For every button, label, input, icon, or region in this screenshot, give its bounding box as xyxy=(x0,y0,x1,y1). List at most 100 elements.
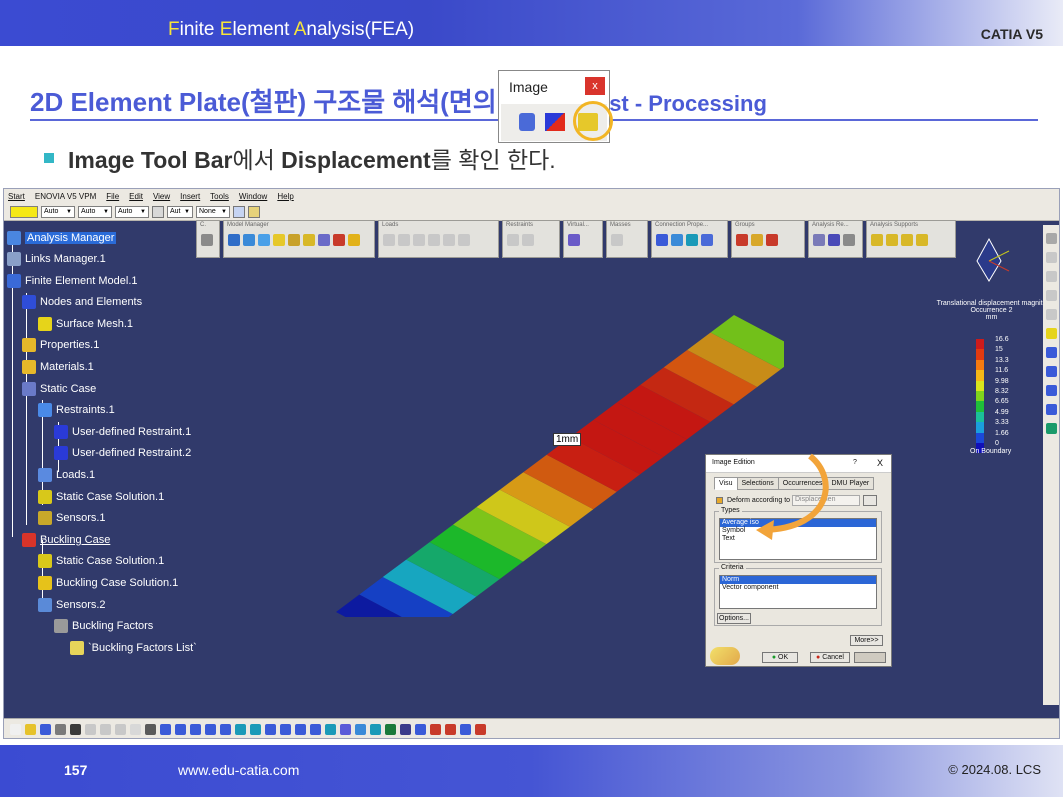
toolbar-button-icon[interactable] xyxy=(220,724,231,735)
toolbar-button-icon[interactable] xyxy=(340,724,351,735)
force-icon[interactable] xyxy=(398,234,410,246)
tree-static-case[interactable]: Static Case xyxy=(22,382,96,396)
support-icon[interactable] xyxy=(871,234,883,246)
toolbar-button-icon[interactable] xyxy=(160,724,171,735)
tree-buckling-factors[interactable]: Buckling Factors xyxy=(54,619,153,633)
support2-icon[interactable] xyxy=(886,234,898,246)
toolbar-button-icon[interactable] xyxy=(190,724,201,735)
toolbar-button-icon[interactable] xyxy=(250,724,261,735)
tree-sensors-2[interactable]: Sensors.2 xyxy=(38,598,106,612)
tool-icon[interactable] xyxy=(1046,309,1057,320)
tree-nodes-elements[interactable]: Nodes and Elements xyxy=(22,295,142,309)
toolbar-button-icon[interactable] xyxy=(460,724,471,735)
toolbar-button-icon[interactable] xyxy=(415,724,426,735)
toolbar-button-icon[interactable] xyxy=(430,724,441,735)
toolbar-button-icon[interactable] xyxy=(100,724,111,735)
toolbar-button-icon[interactable] xyxy=(25,724,36,735)
tree-buckling-case[interactable]: Buckling Case xyxy=(22,533,110,547)
tree-analysis-manager[interactable]: Analysis Manager xyxy=(7,231,117,245)
tree-static-solution-2[interactable]: Static Case Solution.1 xyxy=(38,554,164,568)
tree-restraints[interactable]: Restraints.1 xyxy=(38,403,115,417)
linewidth-combo[interactable]: Auto ▼ xyxy=(78,205,112,218)
toolbar-button-icon[interactable] xyxy=(385,724,396,735)
tree-restraint-1[interactable]: User-defined Restraint.1 xyxy=(54,425,191,439)
point-style-icon[interactable] xyxy=(152,205,164,218)
toolbar-button-icon[interactable] xyxy=(295,724,306,735)
chart-icon[interactable] xyxy=(828,234,840,246)
toolbar-button-icon[interactable] xyxy=(115,724,126,735)
tool-icon[interactable] xyxy=(1046,290,1057,301)
support4-icon[interactable] xyxy=(916,234,928,246)
toolbar-button-icon[interactable] xyxy=(355,724,366,735)
deformation-icon[interactable] xyxy=(519,113,535,131)
clamp-icon[interactable] xyxy=(507,234,519,246)
deform-browse-button[interactable] xyxy=(863,495,877,506)
menu-enovia[interactable]: ENOVIA V5 VPM xyxy=(35,192,96,201)
tree-buckling-factors-list[interactable]: `Buckling Factors List` xyxy=(70,641,197,655)
compass-icon[interactable] xyxy=(959,229,1019,299)
material-icon[interactable] xyxy=(273,234,285,246)
group-icon[interactable] xyxy=(736,234,748,246)
pan-icon[interactable] xyxy=(1046,385,1057,396)
toolbar-button-icon[interactable] xyxy=(175,724,186,735)
ok-button[interactable]: ● OK xyxy=(762,652,798,663)
toolbar-button-icon[interactable] xyxy=(130,724,141,735)
toolbar-button-icon[interactable] xyxy=(85,724,96,735)
toolbar-button-icon[interactable] xyxy=(235,724,246,735)
tab-visu[interactable]: Visu xyxy=(714,477,738,490)
toolbar-button-icon[interactable] xyxy=(310,724,321,735)
menu-help[interactable]: Help xyxy=(277,192,293,201)
tree-static-solution[interactable]: Static Case Solution.1 xyxy=(38,490,164,504)
menu-start[interactable]: Start xyxy=(8,192,25,201)
virtual-part-icon[interactable] xyxy=(568,234,580,246)
cancel-button[interactable]: ● Cancel xyxy=(810,652,850,663)
dialog-close-button[interactable]: X xyxy=(877,458,883,468)
toolbar-button-icon[interactable] xyxy=(280,724,291,735)
menu-insert[interactable]: Insert xyxy=(180,192,200,201)
toolbar-button-icon[interactable] xyxy=(265,724,276,735)
footer-url[interactable]: www.edu-catia.com xyxy=(178,762,299,778)
toolbar-button-icon[interactable] xyxy=(70,724,81,735)
menu-tools[interactable]: Tools xyxy=(210,192,229,201)
von-mises-icon[interactable] xyxy=(545,113,565,131)
toolbar-button-icon[interactable] xyxy=(55,724,66,735)
fastened-icon[interactable] xyxy=(671,234,683,246)
toolbar-button-icon[interactable] xyxy=(10,724,21,735)
check-icon[interactable] xyxy=(318,234,330,246)
tree-materials[interactable]: Materials.1 xyxy=(22,360,94,374)
tool-icon[interactable] xyxy=(1046,271,1057,282)
tree-sensors-1[interactable]: Sensors.1 xyxy=(38,511,106,525)
report-icon[interactable] xyxy=(813,234,825,246)
preview-button[interactable] xyxy=(854,652,886,663)
tree-surface-mesh[interactable]: Surface Mesh.1 xyxy=(38,317,133,331)
pressure-icon[interactable] xyxy=(383,234,395,246)
toolbar-button-icon[interactable] xyxy=(370,724,381,735)
stop-icon[interactable] xyxy=(333,234,345,246)
tree-loads[interactable]: Loads.1 xyxy=(38,468,95,482)
support3-icon[interactable] xyxy=(901,234,913,246)
shell-icon[interactable] xyxy=(288,234,300,246)
zoom-icon[interactable] xyxy=(1046,347,1057,358)
menu-file[interactable]: File xyxy=(106,192,119,201)
contact-icon[interactable] xyxy=(656,234,668,246)
image-toolbar-close-button[interactable]: x xyxy=(585,77,605,95)
menu-window[interactable]: Window xyxy=(239,192,267,201)
rigid-icon[interactable] xyxy=(701,234,713,246)
tree-finite-element-model[interactable]: Finite Element Model.1 xyxy=(7,274,138,288)
slider-icon[interactable] xyxy=(686,234,698,246)
toolbar-button-icon[interactable] xyxy=(475,724,486,735)
accel-icon[interactable] xyxy=(443,234,455,246)
toolbar-button-icon[interactable] xyxy=(445,724,456,735)
fit-icon[interactable] xyxy=(1046,404,1057,415)
restraint-icon[interactable] xyxy=(522,234,534,246)
bearing-icon[interactable] xyxy=(428,234,440,246)
options-button[interactable]: Options... xyxy=(717,613,751,624)
line-force-icon[interactable] xyxy=(458,234,470,246)
group2-icon[interactable] xyxy=(751,234,763,246)
deform-checkbox[interactable] xyxy=(716,497,723,504)
list-item[interactable]: Norm xyxy=(720,576,876,584)
format-painter-icon[interactable] xyxy=(233,205,245,218)
beam-icon[interactable] xyxy=(303,234,315,246)
group3-icon[interactable] xyxy=(766,234,778,246)
tool-icon[interactable] xyxy=(1046,233,1057,244)
